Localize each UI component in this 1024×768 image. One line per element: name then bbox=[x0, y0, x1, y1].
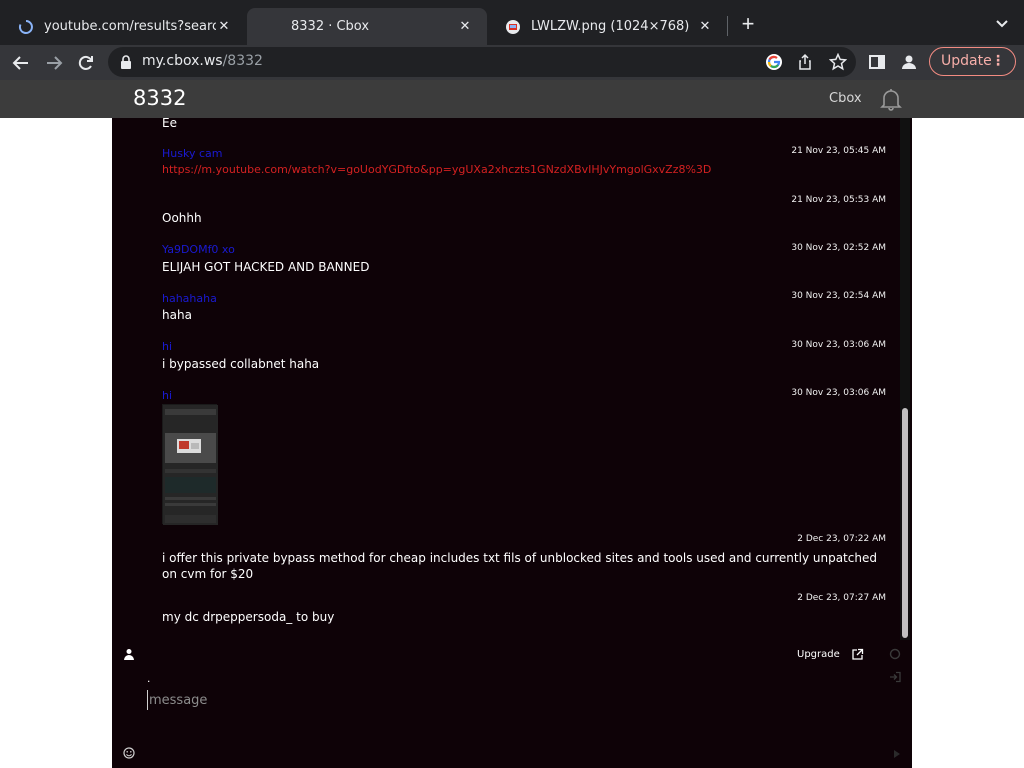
google-lens-icon[interactable] bbox=[764, 52, 784, 72]
upgrade-link[interactable]: Upgrade bbox=[797, 649, 840, 660]
loading-spinner-icon bbox=[18, 19, 34, 35]
message-link[interactable]: https://m.youtube.com/watch?v=goUodYGDft… bbox=[162, 163, 711, 176]
close-icon[interactable]: ✕ bbox=[457, 19, 473, 35]
tab-separator bbox=[727, 16, 728, 36]
chat-box: Ee Husky cam 21 Nov 23, 05:45 AM https:/… bbox=[112, 118, 912, 768]
message-timestamp: 2 Dec 23, 07:22 AM bbox=[797, 534, 886, 544]
message-timestamp: 21 Nov 23, 05:53 AM bbox=[791, 195, 886, 205]
message-text: i bypassed collabnet haha bbox=[162, 357, 320, 371]
new-tab-plus-icon[interactable]: + bbox=[738, 13, 758, 35]
message-input[interactable] bbox=[147, 690, 867, 710]
message-timestamp: 30 Nov 23, 03:06 AM bbox=[791, 388, 886, 398]
message-timestamp: 30 Nov 23, 02:52 AM bbox=[791, 243, 886, 253]
update-button[interactable]: Update ⋮ bbox=[929, 47, 1016, 76]
message-timestamp: 30 Nov 23, 02:54 AM bbox=[791, 291, 886, 301]
message-author[interactable]: hi bbox=[162, 340, 172, 353]
address-bar[interactable]: my.cbox.ws/8332 bbox=[108, 47, 856, 77]
message-text: ELIJAH GOT HACKED AND BANNED bbox=[162, 260, 370, 274]
forward-arrow-icon[interactable] bbox=[42, 51, 66, 75]
chevron-down-icon[interactable] bbox=[992, 14, 1012, 34]
tab-title: youtube.com/results?search_q bbox=[44, 19, 216, 34]
message-text: haha bbox=[162, 308, 192, 322]
message-timestamp: 2 Dec 23, 07:27 AM bbox=[797, 593, 886, 603]
external-link-icon[interactable] bbox=[850, 647, 864, 661]
side-panel-icon[interactable] bbox=[866, 51, 888, 73]
tab-image-png[interactable]: LWLZW.png (1024×768) ✕ bbox=[487, 8, 727, 45]
image-icon bbox=[505, 19, 521, 35]
bookmark-star-icon[interactable] bbox=[828, 52, 848, 72]
share-icon[interactable] bbox=[795, 52, 815, 72]
lock-icon[interactable] bbox=[120, 55, 132, 69]
update-label: Update bbox=[941, 53, 992, 69]
tab-youtube-results[interactable]: youtube.com/results?search_q ✕ bbox=[0, 8, 246, 45]
message-author[interactable]: hahahaha bbox=[162, 292, 217, 305]
back-arrow-icon[interactable] bbox=[9, 51, 33, 75]
message-text: i offer this private bypass method for c… bbox=[162, 551, 877, 581]
name-field-value[interactable]: . bbox=[147, 671, 150, 685]
message-text: Oohhh bbox=[162, 211, 202, 225]
url-text: my.cbox.ws/8332 bbox=[142, 53, 263, 69]
cbox-brand[interactable]: Cbox bbox=[829, 91, 862, 106]
tab-title: 8332 · Cbox bbox=[291, 19, 370, 34]
message-timestamp: 21 Nov 23, 05:45 AM bbox=[791, 146, 886, 156]
cbox-header: 8332 Cbox bbox=[0, 80, 1024, 118]
message-list[interactable]: Ee Husky cam 21 Nov 23, 05:45 AM https:/… bbox=[112, 118, 910, 640]
bell-icon[interactable] bbox=[878, 86, 904, 112]
message-author[interactable]: Ya9DOMf0 xo bbox=[162, 243, 235, 256]
reload-icon[interactable] bbox=[74, 51, 98, 75]
tab-title: LWLZW.png (1024×768) bbox=[531, 19, 690, 34]
room-title: 8332 bbox=[133, 86, 187, 110]
message-text: Ee bbox=[162, 118, 177, 130]
close-icon[interactable]: ✕ bbox=[697, 19, 713, 35]
emoji-icon[interactable] bbox=[122, 746, 136, 760]
screenshot-thumbnail[interactable] bbox=[162, 404, 218, 525]
cbox-favicon-icon bbox=[265, 19, 281, 35]
message-timestamp: 30 Nov 23, 03:06 AM bbox=[791, 340, 886, 350]
profile-avatar-icon[interactable] bbox=[898, 51, 920, 73]
message-text: my dc drpeppersoda_ to buy bbox=[162, 610, 335, 624]
scrollbar-thumb[interactable] bbox=[902, 408, 908, 638]
tab-cbox[interactable]: 8332 · Cbox ✕ bbox=[247, 8, 487, 45]
status-circle-icon[interactable] bbox=[888, 647, 902, 661]
message-author[interactable]: Husky cam bbox=[162, 147, 222, 160]
browser-toolbar: my.cbox.ws/8332 Update ⋮ bbox=[0, 45, 1024, 80]
browser-tab-strip: youtube.com/results?search_q ✕ 8332 · Cb… bbox=[0, 0, 1024, 45]
send-arrow-icon[interactable] bbox=[890, 747, 904, 761]
more-vert-icon[interactable]: ⋮ bbox=[991, 48, 1005, 75]
sign-in-icon[interactable] bbox=[888, 670, 902, 684]
user-icon[interactable] bbox=[122, 647, 136, 661]
message-author[interactable]: hi bbox=[162, 389, 172, 402]
close-icon[interactable]: ✕ bbox=[216, 19, 232, 35]
